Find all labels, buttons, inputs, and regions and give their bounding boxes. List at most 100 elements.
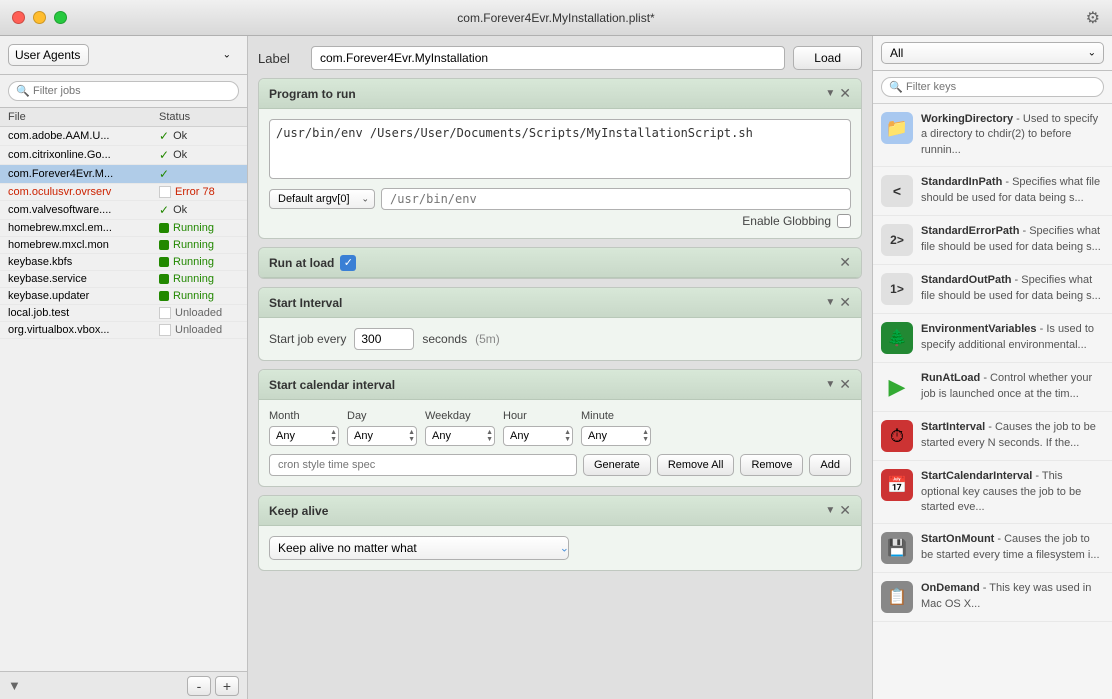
label-input[interactable] [311,46,785,70]
calendar-col-month: Month▲▼ [269,410,339,446]
interval-input[interactable] [354,328,414,350]
right-filter-input[interactable] [881,77,1104,97]
start-interval-close-icon[interactable]: ✕ [839,294,851,311]
calendar-stepper-input[interactable] [269,426,339,446]
calendar-stepper-input[interactable] [503,426,573,446]
remove-item-button[interactable]: - [187,676,211,696]
close-button[interactable] [12,11,25,24]
list-item[interactable]: homebrew.mxcl.mon Running [0,237,247,254]
argv-select[interactable]: Default argv[0] [269,189,375,209]
key-text: EnvironmentVariables - Is used to specif… [921,322,1104,353]
list-item[interactable]: keybase.kbfs Running [0,254,247,271]
keep-alive-select[interactable]: Keep alive no matter what [269,536,569,560]
cron-input[interactable] [269,454,577,476]
key-item[interactable]: 🌲EnvironmentVariables - Is used to speci… [873,314,1112,363]
file-status: Unloaded [159,324,239,336]
stepper-down-icon[interactable]: ▼ [642,436,649,443]
list-item[interactable]: com.valvesoftware....✓ Ok [0,201,247,220]
run-at-load-close-icon[interactable]: ✕ [839,254,851,271]
program-section-body: Default argv[0] Enable Globbing [259,109,861,238]
stepper-down-icon[interactable]: ▼ [564,436,571,443]
stepper-up-icon[interactable]: ▲ [408,429,415,436]
key-item[interactable]: 💾StartOnMount - Causes the job to be sta… [873,524,1112,573]
stepper-up-icon[interactable]: ▲ [330,429,337,436]
filter-icon[interactable]: ▼ [8,678,21,693]
add-button[interactable]: Add [809,454,851,476]
keep-alive-header: Keep alive ▼ ✕ [259,496,861,526]
add-item-button[interactable]: + [215,676,239,696]
key-text: WorkingDirectory - Used to specify a dir… [921,112,1104,158]
run-at-load-section: Run at load ✓ ✕ [258,247,862,279]
program-close-icon[interactable]: ✕ [839,85,851,102]
calendar-stepper-input[interactable] [347,426,417,446]
remove-button[interactable]: Remove [740,454,803,476]
file-name: com.citrixonline.Go... [8,149,159,161]
run-at-load-title-row: Run at load ✓ [269,255,356,271]
key-icon-stderr: 2> [881,224,913,256]
globbing-checkbox[interactable] [837,214,851,228]
load-button[interactable]: Load [793,46,862,70]
key-item[interactable]: ⏱ StartInterval - Causes the job to be st… [873,412,1112,461]
key-item[interactable]: 2>StandardErrorPath - Specifies what fil… [873,216,1112,265]
calendar-col-header: Weekday [425,410,495,422]
program-collapse-icon[interactable]: ▼ [825,88,835,99]
file-status: Error 78 [159,186,239,198]
key-item[interactable]: 1>StandardOutPath - Specifies what file … [873,265,1112,314]
list-item[interactable]: com.citrixonline.Go...✓ Ok [0,146,247,165]
key-item[interactable]: <StandardInPath - Specifies what file sh… [873,167,1112,216]
argv-input[interactable] [381,188,851,210]
stepper-down-icon[interactable]: ▼ [330,436,337,443]
key-icon-interval: ⏱ [881,420,913,452]
calendar-interval-section: Start calendar interval ▼ ✕ Month▲▼Day▲▼… [258,369,862,487]
file-name: com.oculusvr.ovrserv [8,186,159,198]
run-at-load-checkbox[interactable]: ✓ [340,255,356,271]
calendar-interval-close-icon[interactable]: ✕ [839,376,851,393]
interval-label: Start job every [269,332,346,346]
keep-alive-body: Keep alive no matter what [259,526,861,570]
program-section-header: Program to run ▼ ✕ [259,79,861,109]
list-item[interactable]: local.job.test Unloaded [0,305,247,322]
remove-all-button[interactable]: Remove All [657,454,735,476]
stepper-up-icon[interactable]: ▲ [486,429,493,436]
generate-button[interactable]: Generate [583,454,651,476]
all-select[interactable]: All [881,42,1104,64]
list-item[interactable]: com.adobe.AAM.U...✓ Ok [0,127,247,146]
stepper-down-icon[interactable]: ▼ [486,436,493,443]
file-status: Running [159,290,239,302]
key-icon-mount: 💾 [881,532,913,564]
label-row: Label Load [258,46,862,70]
list-item[interactable]: org.virtualbox.vbox... Unloaded [0,322,247,339]
calendar-stepper-input[interactable] [581,426,651,446]
program-textarea[interactable] [269,119,851,179]
key-item[interactable]: 📅StartCalendarInterval - This optional k… [873,461,1112,524]
keep-alive-close-icon[interactable]: ✕ [839,502,851,519]
file-status: Running [159,222,239,234]
calendar-interval-collapse-icon[interactable]: ▼ [825,379,835,390]
list-item[interactable]: homebrew.mxcl.em... Running [0,220,247,237]
stepper-up-icon[interactable]: ▲ [642,429,649,436]
stepper-up-icon[interactable]: ▲ [564,429,571,436]
key-item[interactable]: 📋OnDemand - This key was used in Mac OS … [873,573,1112,622]
keep-alive-collapse-icon[interactable]: ▼ [825,505,835,516]
calendar-grid: Month▲▼Day▲▼Weekday▲▼Hour▲▼Minute▲▼ [269,410,851,446]
calendar-stepper-input[interactable] [425,426,495,446]
checkbox-icon [159,324,171,336]
keep-alive-controls: ▼ ✕ [825,502,851,519]
list-item[interactable]: com.oculusvr.ovrserv Error 78 [0,184,247,201]
agent-selector[interactable]: User Agents [8,44,89,66]
list-item[interactable]: com.Forever4Evr.M...✓ [0,165,247,184]
list-item[interactable]: keybase.service Running [0,271,247,288]
maximize-button[interactable] [54,11,67,24]
stepper-down-icon[interactable]: ▼ [408,436,415,443]
keep-alive-title: Keep alive [269,504,328,518]
calendar-col-header: Hour [503,410,573,422]
minimize-button[interactable] [33,11,46,24]
key-item[interactable]: ▶RunAtLoad - Control whether your job is… [873,363,1112,412]
key-text: StartInterval - Causes the job to be sta… [921,420,1104,451]
filter-box: 🔍 [0,75,247,108]
list-item[interactable]: keybase.updater Running [0,288,247,305]
filter-input[interactable] [8,81,239,101]
key-item[interactable]: 📁WorkingDirectory - Used to specify a di… [873,104,1112,167]
calendar-interval-body: Month▲▼Day▲▼Weekday▲▼Hour▲▼Minute▲▼ Gene… [259,400,861,486]
start-interval-collapse-icon[interactable]: ▼ [825,297,835,308]
